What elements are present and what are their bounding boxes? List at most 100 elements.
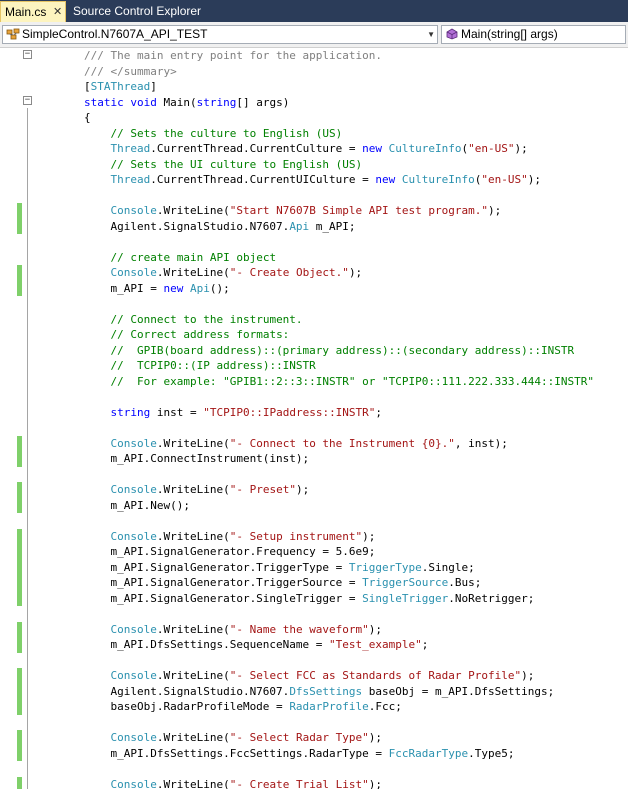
- changed-line-marker: [17, 544, 22, 560]
- code-line[interactable]: Console.WriteLine("- Create Object.");: [84, 265, 363, 280]
- changed-line-marker: [17, 451, 22, 467]
- code-token: string: [196, 95, 237, 109]
- code-line[interactable]: [STAThread]: [84, 79, 157, 94]
- code-token: Console: [110, 622, 157, 636]
- changed-line-marker: [17, 218, 22, 234]
- class-combo-value: SimpleControl.N7607A_API_TEST: [22, 27, 208, 41]
- code-line[interactable]: Console.WriteLine("- Setup instrument");: [84, 529, 376, 544]
- changed-line-marker: [17, 776, 22, 789]
- outline-guide: [27, 108, 28, 789]
- code-line[interactable]: Thread.CurrentThread.CurrentUICulture = …: [84, 172, 542, 187]
- code-token: Agilent.SignalStudio.N7607.: [84, 684, 290, 698]
- changed-line-marker: [17, 482, 22, 498]
- changed-line-marker: [17, 203, 22, 219]
- code-token: Console: [110, 266, 157, 279]
- code-token: CultureInfo: [401, 173, 475, 186]
- code-line[interactable]: Console.WriteLine("- Create Trial List")…: [84, 777, 383, 789]
- code-token: Console: [110, 204, 157, 217]
- code-editor[interactable]: − − /// The main entry point for the app…: [0, 48, 628, 789]
- tab-source-control-explorer[interactable]: Source Control Explorer: [69, 1, 209, 22]
- code-line[interactable]: m_API.New();: [84, 498, 189, 513]
- code-line[interactable]: m_API.SignalGenerator.Frequency = 5.6e9;: [84, 544, 375, 559]
- code-line[interactable]: m_API = new Api();: [84, 281, 230, 296]
- code-line[interactable]: {: [84, 110, 91, 125]
- code-token: .WriteLine(: [156, 622, 230, 636]
- code-token: [: [84, 80, 91, 93]
- chevron-down-icon[interactable]: ▼: [427, 26, 435, 43]
- code-token: // Sets the culture to English (US): [110, 126, 343, 140]
- code-line[interactable]: Console.WriteLine("- Name the waveform")…: [84, 622, 383, 637]
- code-line[interactable]: baseObj.RadarProfileMode = RadarProfile.…: [84, 699, 401, 714]
- code-token: // Correct address formats:: [110, 328, 290, 341]
- collapse-icon[interactable]: −: [23, 96, 32, 105]
- code-token: Console: [110, 669, 157, 682]
- tab-label: Main.cs: [5, 5, 47, 19]
- code-token: .WriteLine(: [156, 483, 230, 496]
- tab-label: Source Control Explorer: [73, 4, 202, 18]
- code-line[interactable]: Console.WriteLine("- Connect to the Inst…: [84, 436, 508, 451]
- code-token: );: [368, 622, 383, 636]
- code-token: baseObj = m_API.DfsSettings;: [362, 684, 555, 698]
- close-icon[interactable]: ✕: [53, 2, 62, 22]
- changed-line-marker: [17, 265, 22, 281]
- code-line[interactable]: /// The main entry point for the applica…: [84, 48, 382, 63]
- code-token: );: [488, 204, 502, 217]
- changed-line-marker: [17, 637, 22, 653]
- code-token: .CurrentThread.CurrentCulture =: [150, 142, 363, 155]
- code-token: "- Preset": [229, 483, 296, 496]
- code-line[interactable]: m_API.SignalGenerator.SingleTrigger = Si…: [84, 591, 534, 606]
- code-line[interactable]: Console.WriteLine("- Select FCC as Stand…: [84, 668, 535, 683]
- code-line[interactable]: m_API.DfsSettings.FccSettings.RadarType …: [84, 746, 514, 761]
- code-line[interactable]: Console.WriteLine("- Select Radar Type")…: [84, 730, 383, 745]
- code-token: "en-US": [481, 173, 528, 186]
- class-combo[interactable]: SimpleControl.N7607A_API_TEST ▼: [2, 25, 438, 44]
- code-token: // TCPIP0::(IP address)::INSTR: [110, 359, 316, 372]
- code-token: ();: [209, 281, 230, 295]
- code-line[interactable]: // Connect to the instrument.: [84, 312, 303, 327]
- code-token: "- Setup instrument": [229, 529, 363, 543]
- code-line[interactable]: static void Main(string[] args): [84, 95, 289, 110]
- code-token: STAThread: [90, 80, 151, 93]
- code-token: );: [295, 483, 310, 496]
- code-line[interactable]: // TCPIP0::(IP address)::INSTR: [84, 358, 316, 373]
- member-combo[interactable]: Main(string[] args): [441, 25, 626, 44]
- code-line[interactable]: // For example: "GPIB1::2::3::INSTR" or …: [84, 374, 594, 389]
- code-token: "en-US": [468, 142, 515, 155]
- code-line[interactable]: Console.WriteLine("- Preset");: [84, 482, 310, 497]
- code-line[interactable]: // Correct address formats:: [84, 327, 290, 342]
- changed-line-marker: [17, 590, 22, 606]
- code-line[interactable]: m_API.DfsSettings.SequenceName = "Test_e…: [84, 637, 428, 652]
- code-token: .WriteLine(: [156, 204, 230, 217]
- code-line[interactable]: Console.WriteLine("Start N7607B Simple A…: [84, 203, 502, 218]
- code-line[interactable]: string inst = "TCPIP0::IPaddress::INSTR"…: [84, 405, 383, 420]
- code-token: m_API.SignalGenerator.SingleTrigger =: [84, 591, 363, 605]
- tab-main-cs[interactable]: Main.cs ✕: [0, 1, 66, 22]
- code-token: Console: [110, 436, 157, 450]
- collapse-icon[interactable]: −: [23, 50, 32, 59]
- code-token: new: [375, 173, 402, 186]
- code-line[interactable]: // Sets the culture to English (US): [84, 126, 343, 141]
- code-line[interactable]: m_API.SignalGenerator.TriggerType = Trig…: [84, 560, 474, 575]
- code-token: Console: [110, 483, 157, 496]
- code-token: new: [163, 281, 190, 295]
- code-line[interactable]: // create main API object: [84, 250, 277, 265]
- code-line[interactable]: m_API.ConnectInstrument(inst);: [84, 451, 309, 466]
- code-token: ]: [150, 80, 157, 93]
- code-line[interactable]: Agilent.SignalStudio.N7607.DfsSettings b…: [84, 684, 554, 699]
- code-line[interactable]: Thread.CurrentThread.CurrentCulture = ne…: [84, 141, 528, 156]
- code-line[interactable]: // GPIB(board address)::(primary address…: [84, 343, 575, 358]
- code-line[interactable]: /// </summary>: [84, 64, 177, 79]
- code-line[interactable]: Agilent.SignalStudio.N7607.Api m_API;: [84, 219, 355, 234]
- code-line[interactable]: // Sets the UI culture to English (US): [84, 157, 363, 172]
- code-line[interactable]: m_API.SignalGenerator.TriggerSource = Tr…: [84, 575, 481, 590]
- code-token: .WriteLine(: [156, 436, 230, 450]
